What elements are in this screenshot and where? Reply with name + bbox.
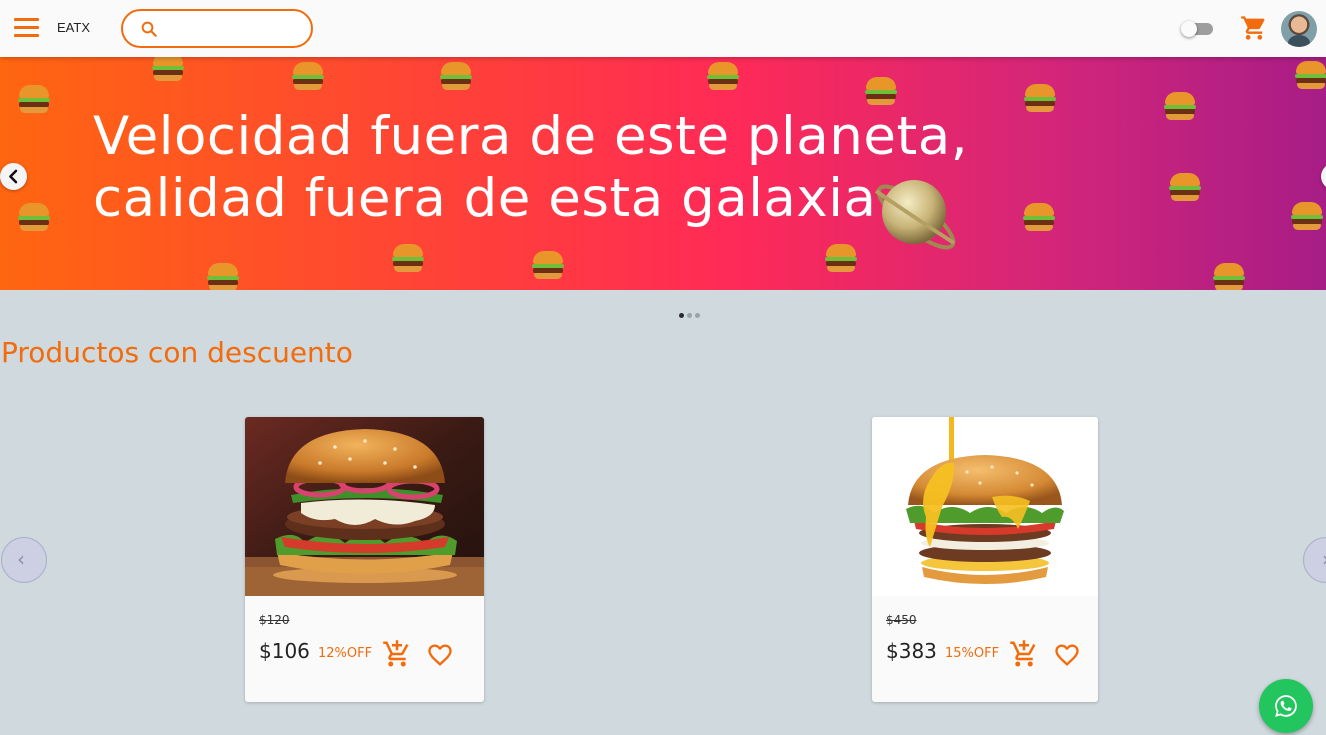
banner-pagination: [679, 313, 703, 319]
burger-icon: [707, 62, 739, 90]
add-to-cart-button[interactable]: [382, 639, 412, 673]
burger-icon: [1164, 92, 1196, 120]
burger-icon: [18, 203, 50, 231]
burger-icon: [865, 77, 897, 105]
favorite-button[interactable]: [1052, 641, 1082, 673]
discount-badge: 12%OFF: [318, 646, 373, 661]
whatsapp-icon: [1275, 695, 1297, 717]
whatsapp-button[interactable]: [1259, 679, 1313, 733]
banner-slogan: Velocidad fuera de este planeta, calidad…: [93, 106, 968, 230]
banner-dot[interactable]: [687, 313, 692, 318]
original-price: $450: [886, 613, 917, 627]
add-to-cart-button[interactable]: [1009, 639, 1039, 673]
carousel-prev-button[interactable]: ‹: [1, 537, 47, 583]
user-avatar[interactable]: [1281, 11, 1317, 47]
add-cart-icon: [383, 640, 409, 667]
slogan-line-1: Velocidad fuera de este planeta,: [93, 106, 969, 167]
slogan-line-2: calidad fuera de esta galaxia: [93, 168, 877, 229]
burger-icon: [1169, 173, 1201, 201]
chevron-left-icon: [9, 169, 18, 184]
discounted-price: $383: [886, 639, 937, 663]
heart-icon: [428, 644, 452, 666]
discounted-price: $106: [259, 639, 310, 663]
burger-icon: [1291, 202, 1323, 230]
brand-name[interactable]: EATX: [57, 20, 90, 35]
banner-dot[interactable]: [679, 313, 684, 318]
burger-icon: [1213, 263, 1245, 290]
burger-icon: [392, 244, 424, 272]
promo-banner: Velocidad fuera de este planeta, calidad…: [0, 57, 1326, 290]
burger-icon: [825, 244, 857, 272]
search-input[interactable]: [167, 17, 301, 41]
planet-icon: [874, 180, 956, 250]
menu-icon[interactable]: [14, 18, 39, 38]
burger-icon: [207, 263, 239, 290]
burger-icon: [152, 57, 184, 81]
burger-icon: [18, 85, 50, 113]
favorite-button[interactable]: [425, 641, 455, 673]
burger-icon: [440, 62, 472, 90]
heart-icon: [1055, 644, 1079, 666]
product-image[interactable]: [245, 417, 484, 596]
chevron-right-icon: ›: [1322, 547, 1326, 571]
burger-icon: [1295, 61, 1326, 89]
search-box[interactable]: [121, 9, 313, 48]
product-image[interactable]: [872, 417, 1098, 596]
discount-badge: 15%OFF: [945, 646, 1000, 661]
top-app-bar: EATX: [0, 0, 1326, 57]
cart-icon: [1241, 16, 1265, 40]
product-card[interactable]: $450 $383 15%OFF: [872, 417, 1098, 702]
banner-dot[interactable]: [695, 313, 700, 318]
cart-button[interactable]: [1240, 14, 1268, 46]
product-card[interactable]: $120 $106 12%OFF: [245, 417, 484, 702]
burger-icon: [1023, 203, 1055, 231]
original-price: $120: [259, 613, 290, 627]
dark-mode-toggle[interactable]: [1181, 21, 1215, 37]
burger-icon: [532, 251, 564, 279]
search-icon: [141, 21, 157, 37]
add-cart-icon: [1010, 640, 1036, 667]
banner-prev-button[interactable]: [0, 163, 27, 190]
carousel-next-button[interactable]: ›: [1303, 537, 1326, 583]
chevron-left-icon: ‹: [17, 547, 25, 571]
banner-next-button[interactable]: [1321, 163, 1326, 190]
section-title: Productos con descuento: [1, 336, 353, 369]
burger-icon: [1024, 84, 1056, 112]
burger-icon: [292, 62, 324, 90]
